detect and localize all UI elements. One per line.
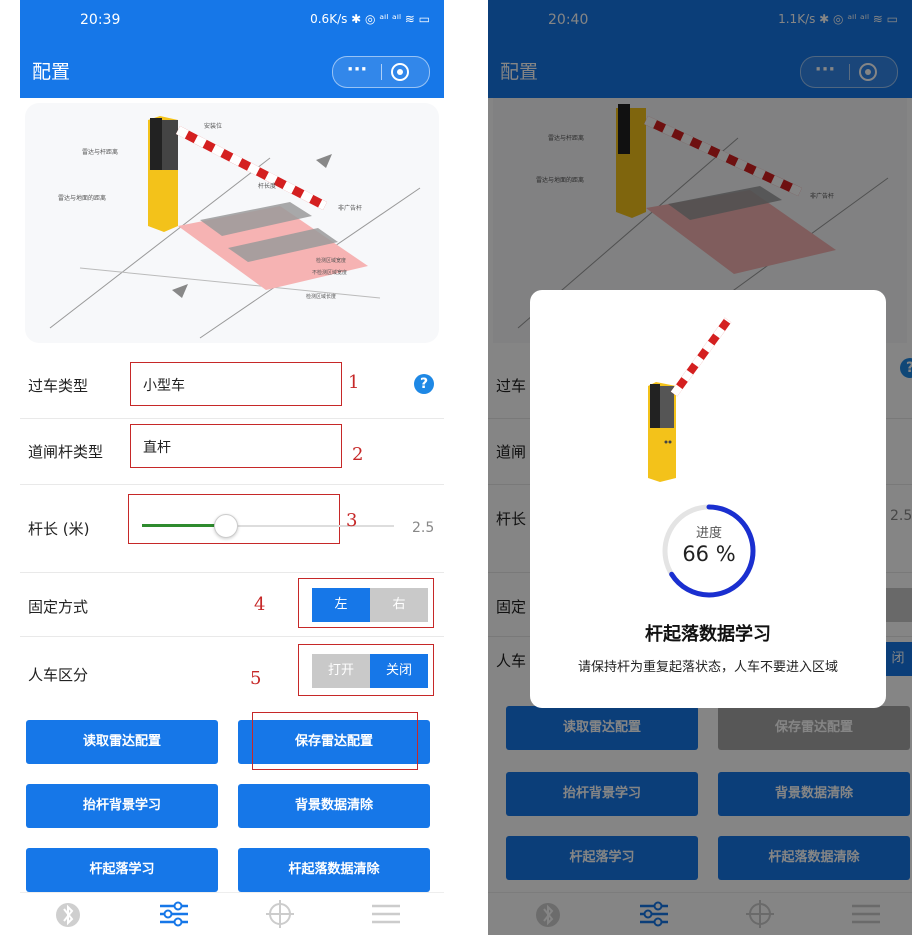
phone-screen-left: 20:39 0.6K/s ✱ ◎ ᵃᴵˡ ᵃᴵˡ ≋ ▭ 配置 ··· 安装位 …	[20, 0, 444, 935]
close-circle-icon[interactable]	[391, 63, 409, 81]
modal-title: 杆起落数据学习	[645, 624, 771, 645]
page-title: 配置	[32, 61, 71, 83]
annotation-2: 2	[352, 444, 364, 465]
svg-text:检测区域宽度: 检测区域宽度	[316, 257, 346, 264]
annotation-1: 1	[348, 372, 360, 393]
phone-screen-right: 20:40 1.1K/s ✱ ◎ ᵃᴵˡ ᵃᴵˡ ≋ ▭ 配置 ··· 雷达与杆…	[488, 0, 912, 935]
barrier-type-picker[interactable]: 直杆	[130, 424, 342, 468]
mount-label: 固定方式	[28, 598, 89, 616]
vehicle-type-label: 过车类型	[28, 377, 89, 395]
svg-text:雷达与地面的距离: 雷达与地面的距离	[58, 194, 106, 202]
svg-text:不检测区域宽度: 不检测区域宽度	[312, 269, 347, 276]
svg-text:检测区域长度: 检测区域长度	[306, 293, 336, 300]
modal-message: 请保持杆为重复起落状态，人车不要进入区域	[577, 660, 838, 675]
annotation-5: 5	[250, 668, 262, 689]
svg-text:杆长度: 杆长度	[258, 182, 276, 190]
annotation-4: 4	[254, 594, 266, 615]
svg-text:非广告杆: 非广告杆	[338, 204, 362, 212]
ped-vehicle-label: 人车区分	[28, 666, 89, 684]
pole-length-label: 杆长 (米)	[28, 520, 90, 538]
barrier-type-label: 道闸杆类型	[28, 443, 104, 461]
capsule-divider	[381, 64, 382, 80]
vehicle-type-picker[interactable]: 小型车	[130, 362, 342, 406]
save-button-highlight	[252, 712, 418, 770]
barrier-diagram: 安装位 雷达与杆距离 雷达与地面的距离 非广告杆 杆长度 检测区域宽度 不检测区…	[20, 98, 444, 348]
more-button[interactable]: ···	[333, 57, 381, 87]
progress-percent: 66 %	[682, 542, 736, 566]
status-indicators: 0.6K/s ✱ ◎ ᵃᴵˡ ᵃᴵˡ ≋ ▭	[310, 12, 430, 26]
mount-left-toggle[interactable]: 左	[312, 588, 370, 622]
crosshair-icon	[266, 900, 294, 928]
tab-bar	[20, 892, 444, 935]
progress-label: 进度	[695, 526, 722, 541]
pole-length-row: 杆长 (米) 3 2.5	[20, 484, 444, 573]
ped-vehicle-on-toggle[interactable]: 打开	[312, 654, 370, 688]
barrier-illustration: 安装位 雷达与杆距离 雷达与地面的距离 非广告杆 杆长度 检测区域宽度 不检测区…	[25, 103, 439, 343]
svg-text:安装位: 安装位	[204, 122, 222, 130]
slider-thumb[interactable]	[214, 514, 239, 538]
ped-vehicle-off-toggle[interactable]: 关闭	[370, 654, 428, 688]
read-radar-config-button[interactable]: 读取雷达配置	[26, 720, 218, 764]
status-time: 20:39	[80, 12, 121, 28]
sliders-icon	[160, 901, 188, 927]
pole-learn-button[interactable]: 杆起落学习	[26, 848, 218, 892]
pole-length-value: 2.5	[412, 520, 435, 536]
status-bar: 20:39 0.6K/s ✱ ◎ ᵃᴵˡ ᵃᴵˡ ≋ ▭	[20, 0, 444, 40]
tab-menu[interactable]	[366, 899, 406, 929]
help-icon[interactable]: ?	[414, 374, 434, 394]
mount-row: 固定方式 4 左 右	[20, 572, 444, 637]
tab-debug[interactable]	[260, 899, 300, 929]
learning-progress-modal: 进度 66 % 杆起落数据学习 请保持杆为重复起落状态，人车不要进入区域	[530, 290, 886, 708]
ped-vehicle-row: 人车区分 5 打开 关闭	[20, 636, 444, 706]
title-bar: 配置 ···	[20, 40, 444, 98]
svg-text:雷达与杆距离: 雷达与杆距离	[82, 148, 118, 156]
bluetooth-icon	[56, 903, 80, 927]
barrier-type-row: 道闸杆类型 直杆 2	[20, 418, 444, 485]
tab-bluetooth[interactable]	[48, 899, 88, 929]
lift-bg-learn-button[interactable]: 抬杆背景学习	[26, 784, 218, 828]
clear-bg-data-button[interactable]: 背景数据清除	[238, 784, 430, 828]
miniprogram-capsule: ···	[332, 56, 430, 88]
clear-pole-data-button[interactable]: 杆起落数据清除	[238, 848, 430, 892]
tab-config[interactable]	[154, 899, 194, 929]
annotation-3: 3	[346, 510, 358, 531]
vehicle-type-value: 小型车	[143, 378, 185, 394]
vehicle-type-row: 过车类型 小型车 1 ?	[20, 352, 444, 419]
mount-right-toggle[interactable]: 右	[370, 588, 428, 622]
barrier-type-value: 直杆	[143, 440, 171, 456]
slider-fill	[142, 524, 226, 527]
menu-icon	[372, 904, 400, 924]
barrier-gate-illustration	[648, 317, 732, 482]
